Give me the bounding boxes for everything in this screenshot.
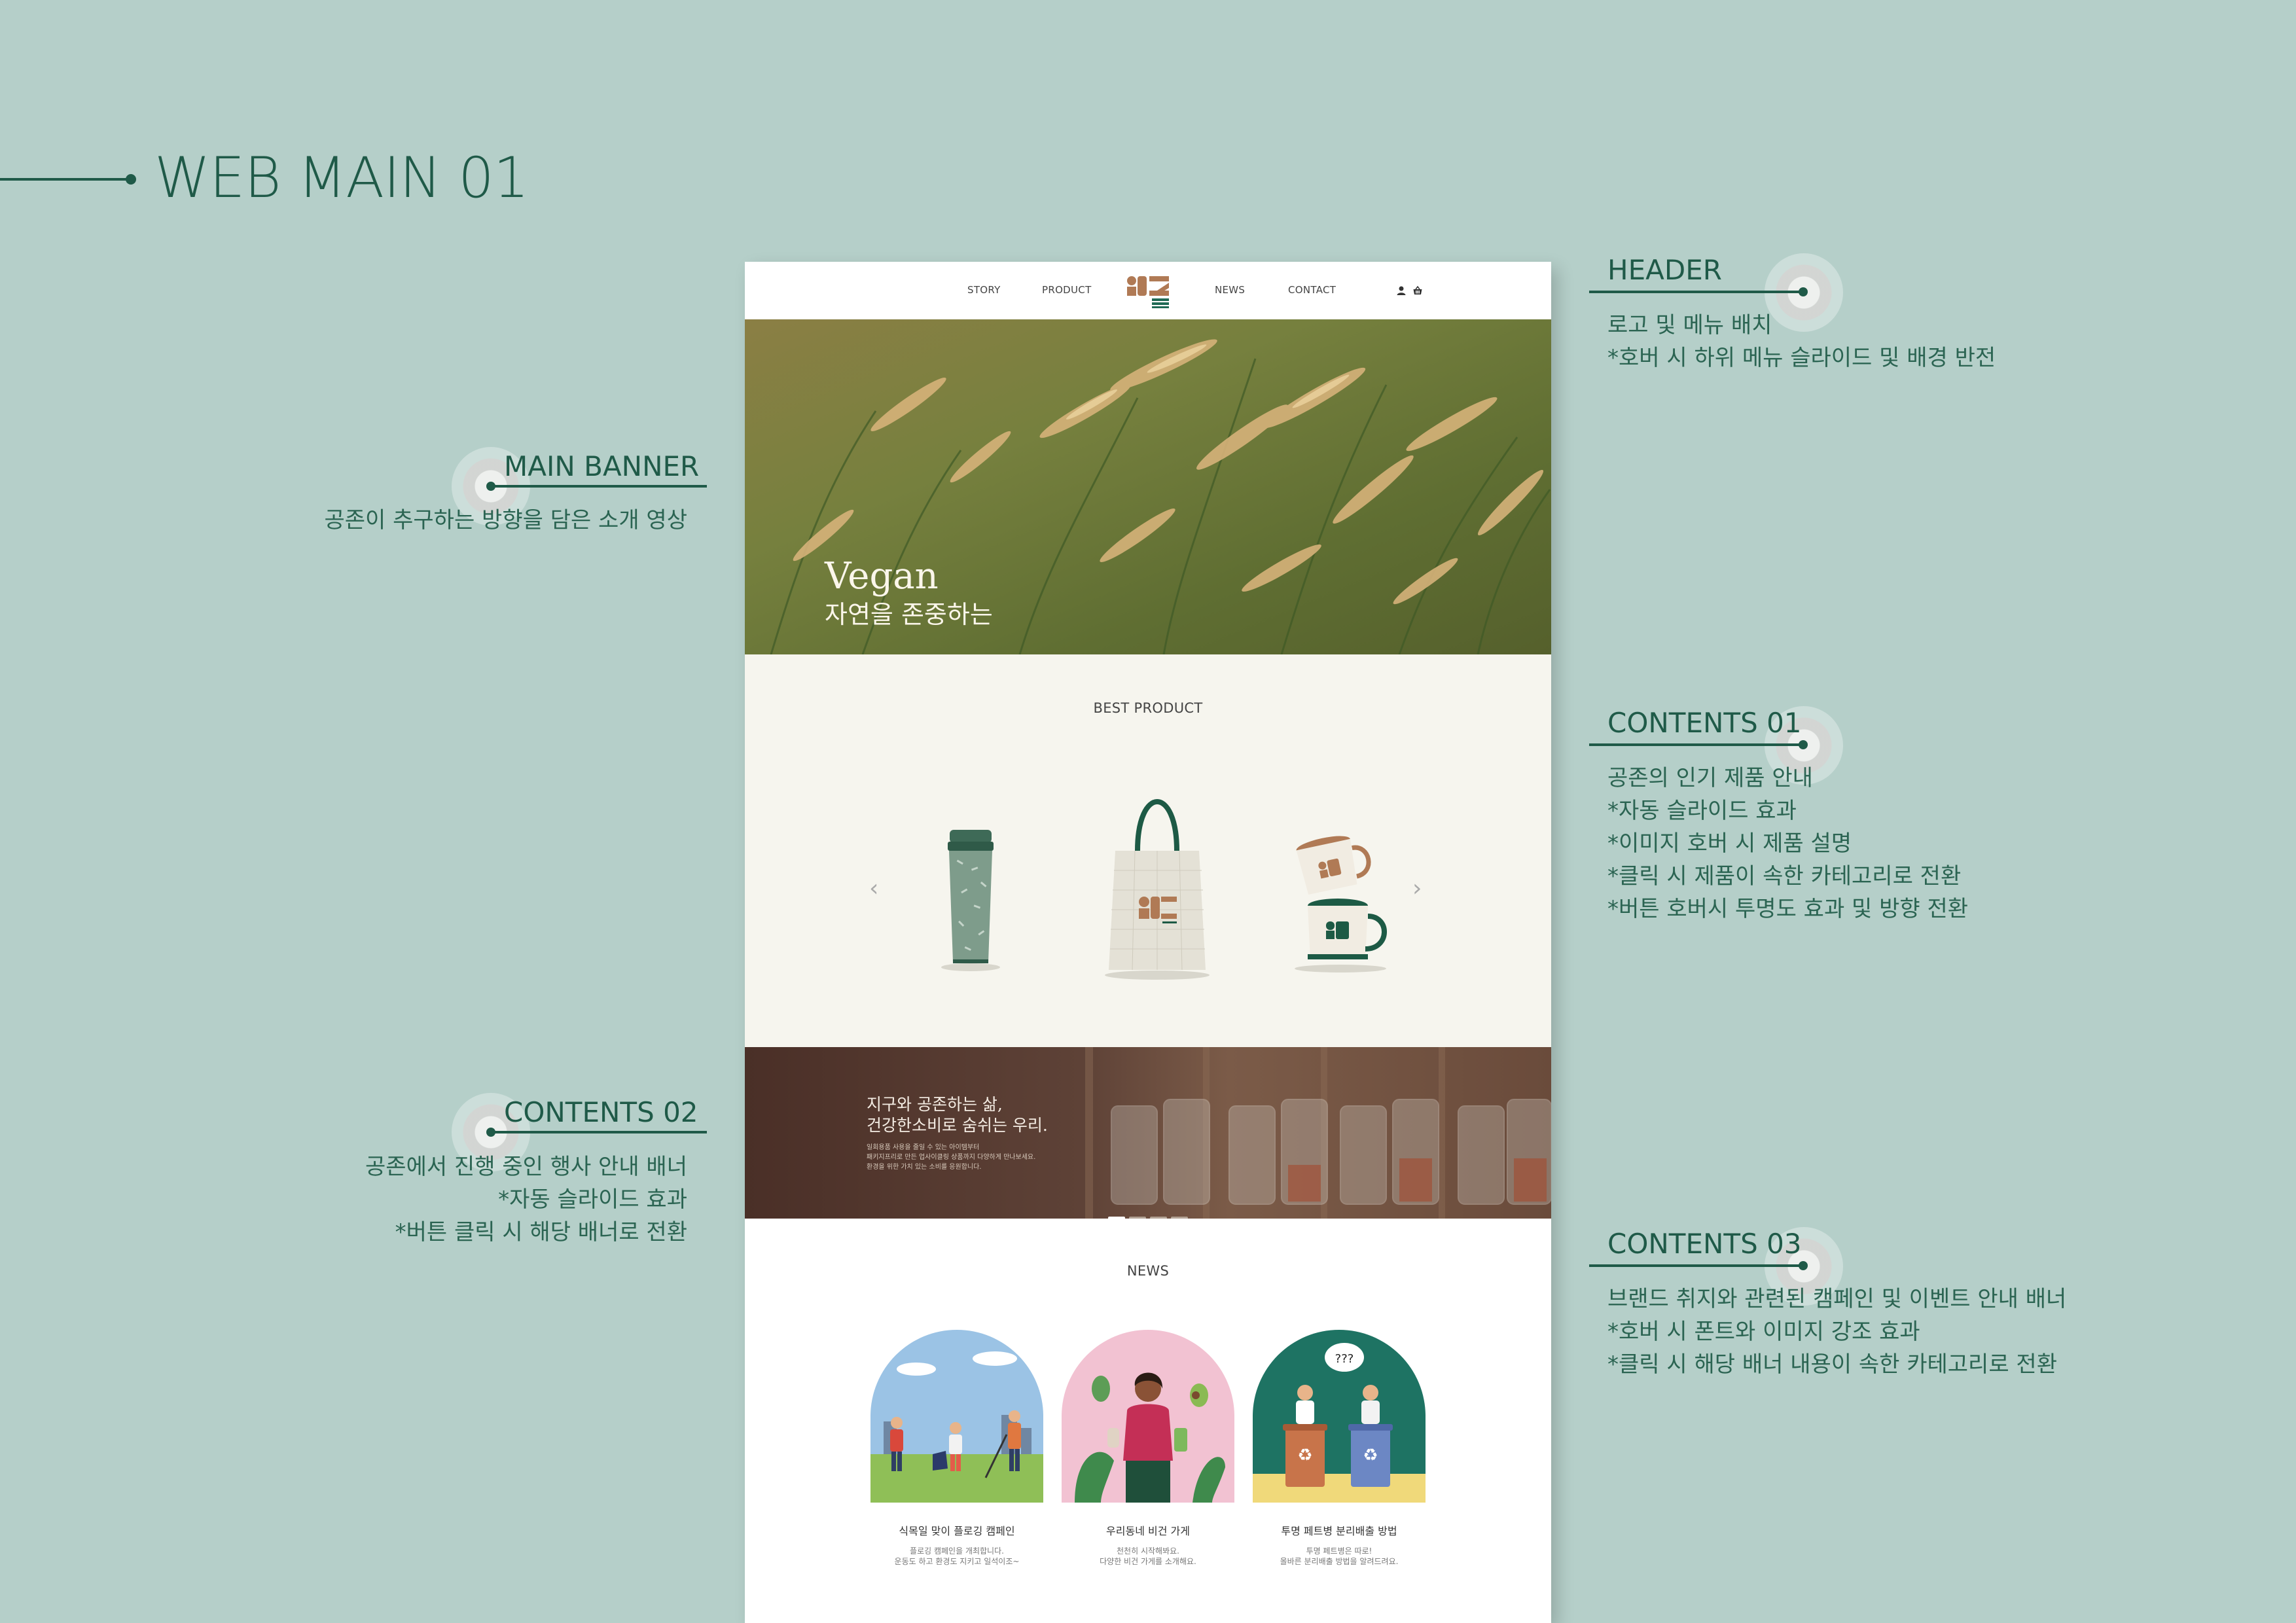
nav-news[interactable]: NEWS [1215,284,1245,296]
news-title: 식목일 맞이 플로깅 캠페인 [899,1525,1015,1537]
annotation-desc-line: *버튼 호버시 투명도 효과 및 방향 전환 [1607,896,1969,922]
nav-contact[interactable]: CONTACT [1288,284,1336,296]
bulk-store-photo [745,1047,1551,1219]
news-description-line: 운동도 하고 환경도 지키고 일석이조~ [894,1557,1020,1566]
annotation-dot [486,1128,495,1137]
product-tumbler[interactable] [928,825,1013,975]
news-description-line: 다양한 비건 가게를 소개해요. [1100,1557,1196,1566]
slide-indicator [1108,1209,1192,1219]
news-image-recycling: ??? ♻ ♻ [1253,1330,1426,1503]
annotation-desc-line: *자동 슬라이드 효과 [1607,798,1797,824]
event-description-line: 환경을 위한 가치 있는 소비를 응원합니다. [867,1164,982,1171]
news-image-plogging [870,1330,1043,1503]
event-title: 지구와 공존하는 삶, 건강한소비로 숨쉬는 우리. [867,1094,1048,1136]
user-icon[interactable] [1396,285,1407,296]
annotation-desc: 공존이 추구하는 방향을 담은 소개 영상 [288,504,687,537]
annotation-line [488,1131,707,1133]
news-description-line: 플로깅 캠페인을 개최합니다. [910,1546,1004,1556]
news-heading: NEWS [1126,1263,1170,1279]
news-description-line: 투명 페트병은 따로! [1306,1546,1372,1556]
annotation-title: CONTENTS 01 [1607,707,1802,739]
brand-logo[interactable] [1126,274,1172,310]
news-image-vegan-store [1062,1330,1234,1503]
svg-text:♻: ♻ [1363,1446,1378,1465]
annotation-title: HEADER [1607,254,1722,286]
news-description-line: 천천히 시작해봐요. [1117,1546,1179,1556]
news-section: NEWS 식목일 맞이 플로깅 캠페인 플로깅 캠페인을 개최합니다. 운동도 … [745,1219,1551,1623]
annotation-desc-line: *이미지 호버 시 제품 설명 [1607,830,1852,857]
annotation-desc-line: 로고 및 메뉴 배치 [1607,312,1772,338]
banner-title: Vegan [825,555,939,597]
annotation-desc-line: *자동 슬라이드 효과 [498,1186,687,1213]
basket-icon[interactable] [1412,285,1423,296]
nav-product[interactable]: PRODUCT [1042,284,1092,296]
annotation-desc-line: *호버 시 폰트와 이미지 강조 효과 [1607,1319,1920,1345]
annotation-line [1589,1264,1804,1267]
nav-story[interactable]: STORY [967,284,1001,296]
news-title: 우리동네 비건 가게 [1106,1525,1190,1537]
chevron-right-icon[interactable]: › [1412,877,1422,901]
annotation-line [1589,291,1804,293]
event-banner[interactable]: 지구와 공존하는 삶, 건강한소비로 숨쉬는 우리. 일회용품 사용을 줄일 수… [745,1047,1551,1219]
annotation-dot [1799,1261,1808,1270]
annotation-desc: 로고 및 메뉴 배치 *호버 시 하위 메뉴 슬라이드 및 배경 반전 [1607,309,1996,374]
event-description: 일회용품 사용을 줄일 수 있는 아이템부터 패키지프리로 만든 업사이클링 상… [867,1143,1035,1172]
annotation-title: CONTENTS 02 [504,1096,698,1128]
chevron-left-icon[interactable]: ‹ [869,877,878,901]
news-description-line: 올바른 분리배출 방법을 알려드려요. [1280,1557,1399,1566]
annotation-dot [1799,740,1808,749]
page-title: WEB MAIN 01 [154,145,529,211]
news-card[interactable]: 식목일 맞이 플로깅 캠페인 플로깅 캠페인을 개최합니다. 운동도 하고 환경… [870,1330,1043,1567]
annotation-desc-line: *호버 시 하위 메뉴 슬라이드 및 배경 반전 [1607,345,1996,371]
annotation-desc-line: *버튼 클릭 시 해당 배너로 전환 [395,1219,687,1245]
annotation-dot [1799,287,1808,296]
best-product-section: BEST PRODUCT ‹ › [745,654,1551,1047]
annotation-desc-line: *클릭 시 제품이 속한 카테고리로 전환 [1607,863,1962,889]
news-description: 투명 페트병은 따로! 올바른 분리배출 방법을 알려드려요. [1253,1546,1426,1567]
best-product-heading: BEST PRODUCT [1093,700,1203,716]
news-description: 천천히 시작해봐요. 다양한 비건 가게를 소개해요. [1062,1546,1234,1567]
news-card[interactable]: ??? ♻ ♻ 투명 페트병 분리배출 방법 투명 페트병은 따로! 올바른 분… [1253,1330,1426,1567]
annotation-desc: 공존에서 진행 중인 행사 안내 배너 *자동 슬라이드 효과 *버튼 클릭 시… [288,1150,687,1249]
product-enamel-mugs[interactable] [1282,825,1399,975]
annotation-desc-line: 공존의 인기 제품 안내 [1607,765,1813,791]
svg-text:???: ??? [1335,1352,1354,1366]
news-description: 플로깅 캠페인을 개최합니다. 운동도 하고 환경도 지키고 일석이조~ [870,1546,1043,1567]
title-line [0,178,131,181]
annotation-line [1589,743,1804,746]
news-title: 투명 페트병 분리배출 방법 [1281,1525,1397,1537]
event-title-line: 지구와 공존하는 삶, [867,1095,1003,1114]
annotation-desc: 공존의 인기 제품 안내 *자동 슬라이드 효과 *이미지 호버 시 제품 설명… [1607,762,1968,925]
annotation-title: MAIN BANNER [504,450,700,482]
annotation-desc-line: *클릭 시 해당 배너 내용이 속한 카테고리로 전환 [1607,1351,2057,1378]
event-description-line: 패키지프리로 만든 업사이클링 상품까지 다양하게 만나보세요. [867,1154,1036,1161]
site-header: STORY PRODUCT NEWS CONTACT [745,262,1551,319]
event-title-line: 건강한소비로 숨쉬는 우리. [867,1116,1048,1135]
news-card[interactable]: 우리동네 비건 가게 천천히 시작해봐요. 다양한 비건 가게를 소개해요. [1062,1330,1234,1567]
banner-subtitle: 자연을 존중하는 [825,600,993,629]
website-mockup: STORY PRODUCT NEWS CONTACT Vegan 자연을 존중하… [745,262,1551,1623]
annotation-title: CONTENTS 03 [1607,1228,1802,1260]
product-tote-bag[interactable] [1098,785,1216,982]
annotation-desc-line: 공존이 추구하는 방향을 담은 소개 영상 [324,507,687,533]
annotation-line [488,485,707,488]
annotation-desc-line: 공존에서 진행 중인 행사 안내 배너 [365,1154,687,1180]
svg-text:♻: ♻ [1297,1446,1312,1465]
annotation-desc: 브랜드 취지와 관련된 캠페인 및 이벤트 안내 배너 *호버 시 폰트와 이미… [1607,1283,2066,1381]
event-description-line: 일회용품 사용을 줄일 수 있는 아이템부터 [867,1144,980,1151]
annotation-dot [486,482,495,491]
title-dot [126,174,136,185]
main-banner[interactable]: Vegan 자연을 존중하는 [745,319,1551,654]
annotation-desc-line: 브랜드 취지와 관련된 캠페인 및 이벤트 안내 배너 [1607,1286,2067,1312]
